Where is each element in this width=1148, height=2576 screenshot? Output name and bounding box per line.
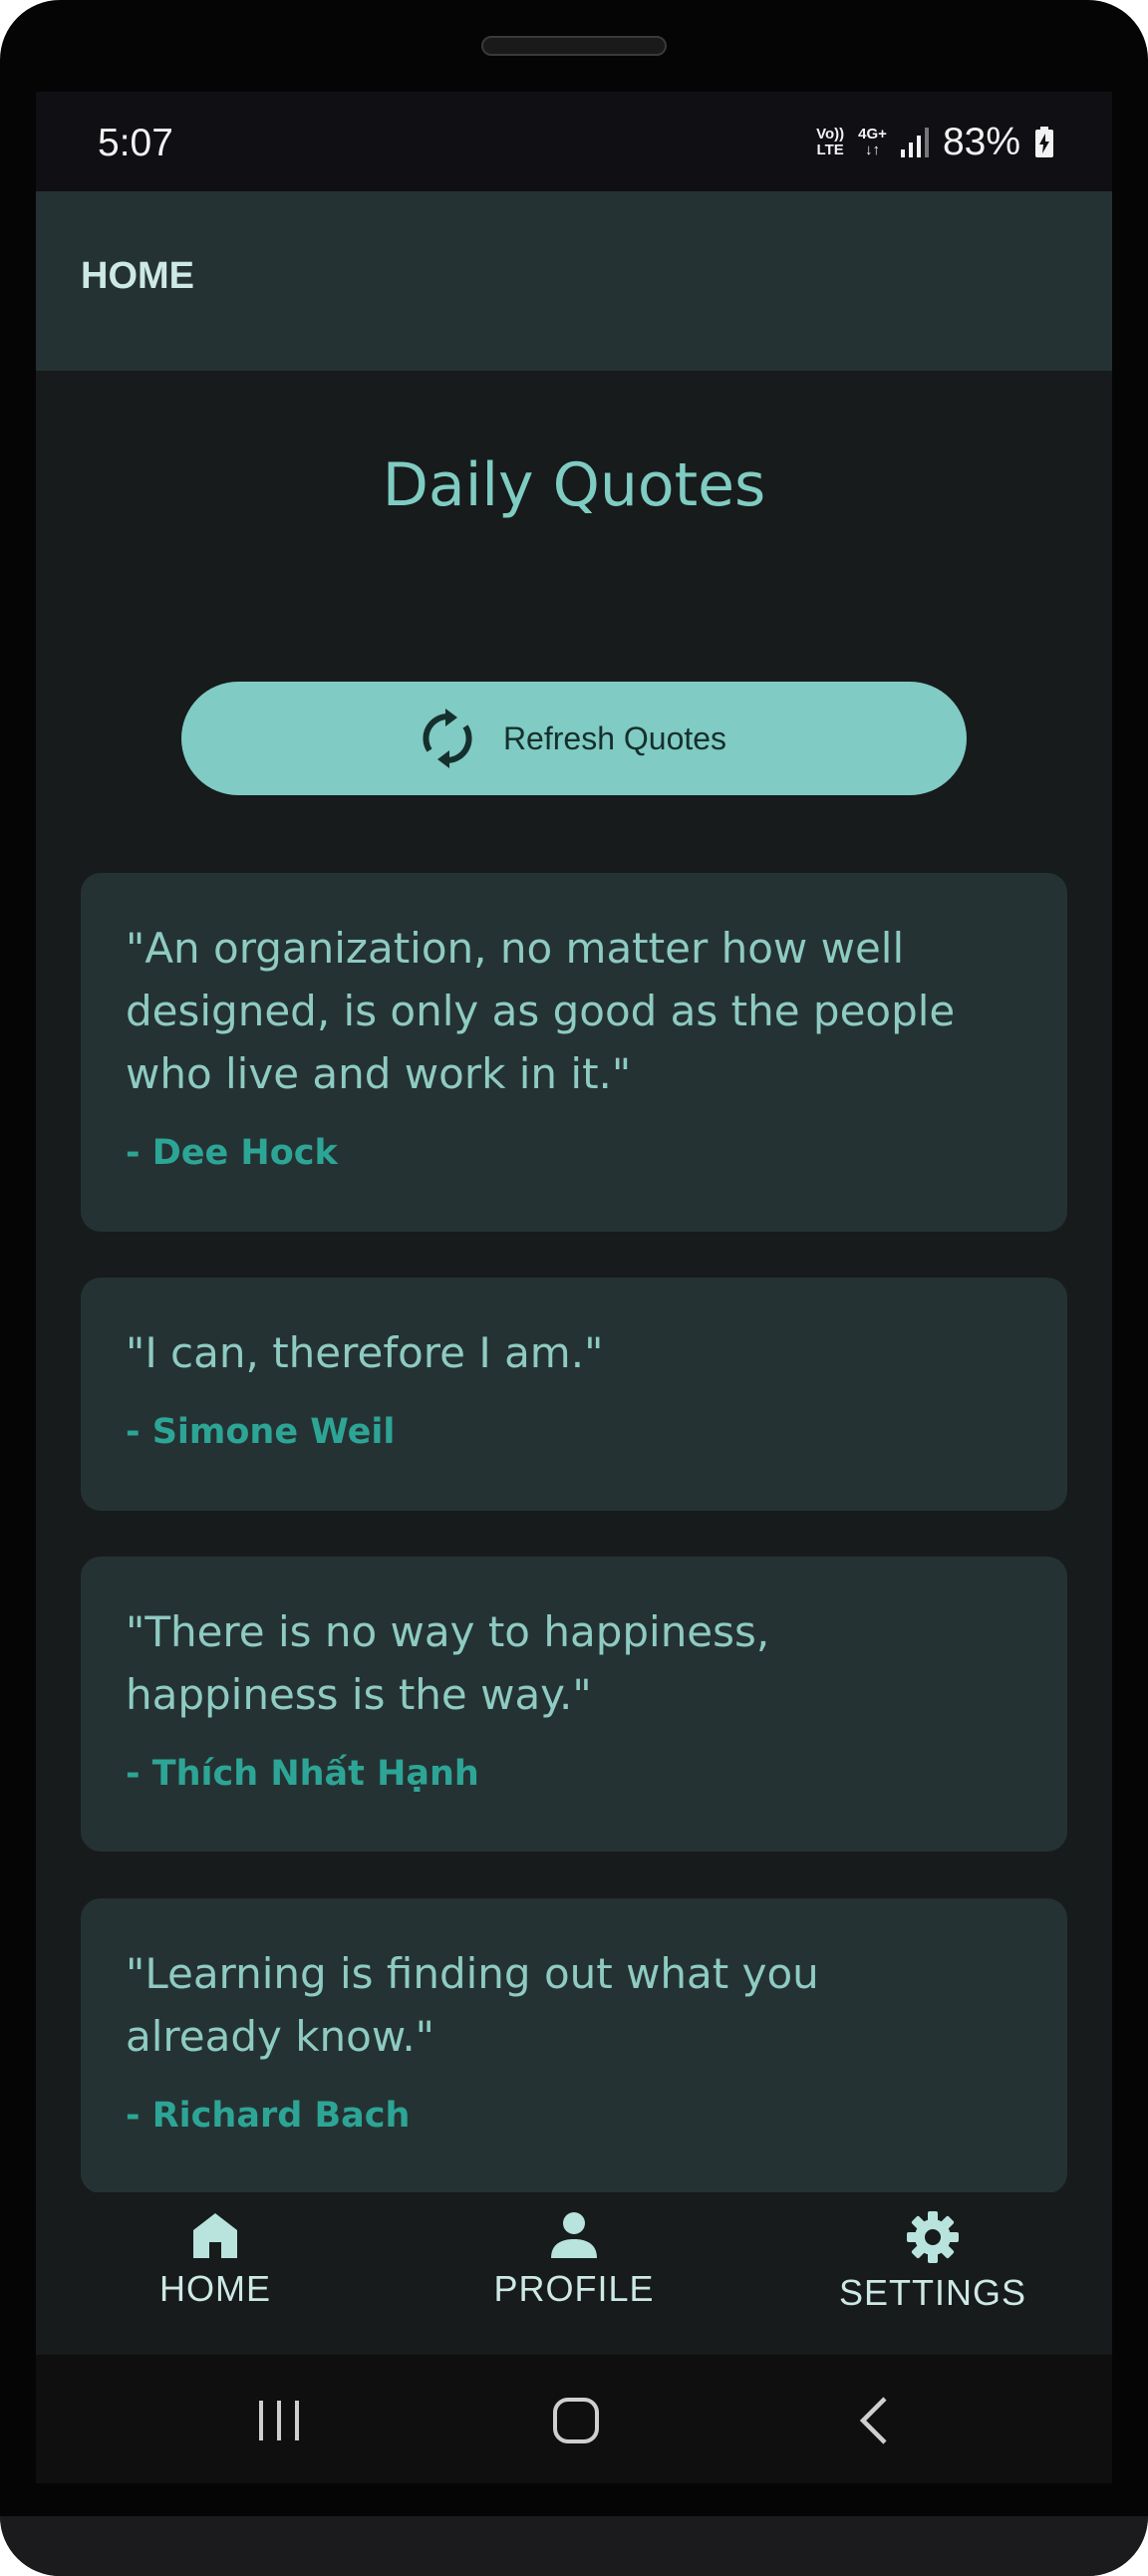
page-title: Daily Quotes — [382, 450, 766, 520]
quote-text: "Learning is finding out what you alread… — [126, 1942, 1022, 2068]
quote-line: "There is no way to happiness, — [126, 1607, 770, 1656]
quote-text: "There is no way to happiness, happiness… — [126, 1600, 1022, 1726]
quote-card: "There is no way to happiness, happiness… — [81, 1557, 1067, 1852]
data-activity-label: ↓↑ — [865, 142, 881, 158]
network-indicator: 4G+ ↓↑ — [858, 127, 887, 158]
nav-item-settings[interactable]: SETTINGS — [803, 2210, 1062, 2330]
app-bar-title: HOME — [81, 255, 194, 297]
recents-icon[interactable] — [249, 2391, 309, 2450]
status-bar: 5:07 Vo)) LTE 4G+ ↓↑ 83% — [36, 92, 1112, 191]
top-app-bar: HOME — [36, 191, 1112, 371]
quote-card: "Learning is finding out what you alread… — [81, 1898, 1067, 2193]
person-icon — [551, 2212, 597, 2258]
system-home-icon[interactable] — [546, 2391, 606, 2450]
quote-line: who live and work in it." — [126, 1049, 632, 1098]
nav-label-profile: PROFILE — [493, 2268, 655, 2309]
quote-text: "An organization, no matter how well des… — [126, 917, 1022, 1105]
quote-author: - Thích Nhất Hạnh — [126, 1754, 479, 1794]
quote-author: - Simone Weil — [126, 1412, 396, 1452]
earpiece-speaker — [481, 36, 667, 56]
quote-line: "I can, therefore I am." — [126, 1328, 604, 1377]
refresh-icon — [423, 709, 472, 768]
quote-text: "I can, therefore I am." — [126, 1321, 1022, 1384]
refresh-button-label: Refresh Quotes — [502, 719, 727, 756]
quote-line: "An organization, no matter how well — [126, 924, 905, 973]
nav-item-home[interactable]: HOME — [86, 2210, 345, 2330]
volte-bottom-label: LTE — [816, 142, 844, 158]
nav-label-settings: SETTINGS — [838, 2272, 1027, 2313]
home-icon — [193, 2213, 237, 2258]
network-type-label: 4G+ — [858, 126, 887, 143]
volte-indicator: Vo)) LTE — [816, 127, 844, 158]
nav-item-profile[interactable]: PROFILE — [444, 2210, 704, 2330]
quote-card: "I can, therefore I am." - Simone Weil — [81, 1278, 1067, 1511]
quote-line: already know." — [126, 2012, 434, 2061]
phone-chin — [0, 2516, 1148, 2576]
quote-author: - Dee Hock — [126, 1133, 338, 1173]
refresh-quotes-button[interactable]: Refresh Quotes — [181, 682, 967, 795]
screen: 5:07 Vo)) LTE 4G+ ↓↑ 83% HOME Daily Quot… — [36, 92, 1112, 2483]
quote-card: "An organization, no matter how well des… — [81, 873, 1067, 1232]
quote-line: designed, is only as good as the people — [126, 987, 956, 1035]
signal-icon — [900, 128, 929, 157]
status-time: 5:07 — [98, 122, 173, 164]
volte-top-label: Vo)) — [816, 126, 845, 143]
phone-frame: 5:07 Vo)) LTE 4G+ ↓↑ 83% HOME Daily Quot… — [0, 0, 1148, 2576]
quote-line: "Learning is finding out what you — [126, 1949, 819, 1998]
bottom-navigation: HOME PROFILE SETTINGS — [36, 2192, 1112, 2355]
system-navigation-bar — [36, 2355, 1112, 2483]
battery-percent: 83% — [942, 121, 1020, 163]
battery-charging-icon — [1035, 127, 1053, 157]
quote-line: happiness is the way." — [126, 1670, 592, 1719]
nav-label-home: HOME — [159, 2268, 271, 2309]
back-icon[interactable] — [845, 2391, 905, 2450]
quote-author: - Richard Bach — [126, 2096, 411, 2136]
status-indicators: Vo)) LTE 4G+ ↓↑ 83% — [816, 118, 1054, 167]
gear-icon — [907, 2211, 959, 2263]
